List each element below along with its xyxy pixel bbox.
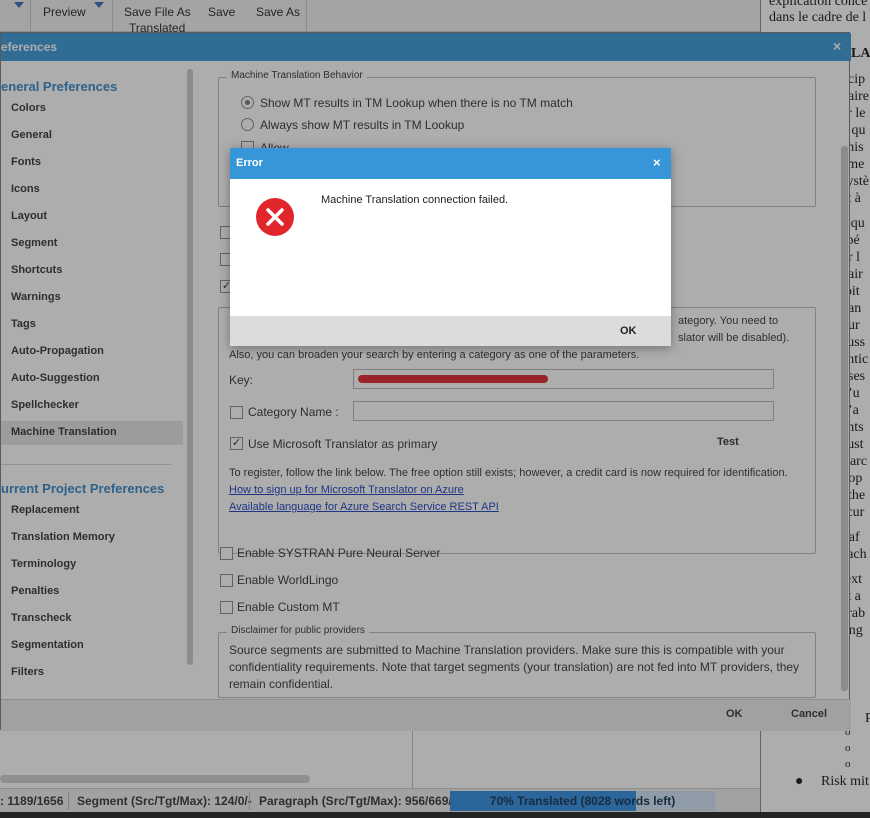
- error-dialog: Error × Machine Translation connection f…: [230, 148, 671, 346]
- error-titlebar: Error ×: [230, 148, 671, 179]
- error-message: Machine Translation connection failed.: [321, 194, 509, 206]
- error-icon: [256, 198, 294, 236]
- error-footer: OK: [230, 316, 671, 346]
- error-ok-button[interactable]: OK: [620, 325, 637, 337]
- error-title: Error: [236, 157, 263, 169]
- close-icon[interactable]: ×: [653, 155, 661, 170]
- modal-overlay: [0, 0, 870, 818]
